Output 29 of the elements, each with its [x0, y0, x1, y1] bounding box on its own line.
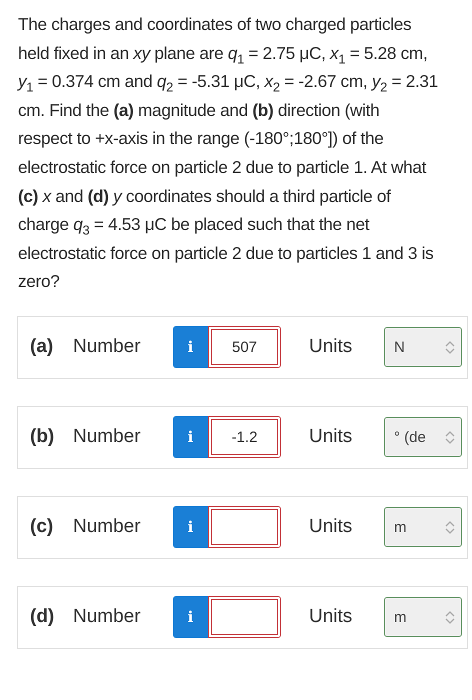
- info-button[interactable]: i: [173, 506, 208, 548]
- units-label: Units: [309, 606, 354, 628]
- part-label: (c): [30, 516, 54, 538]
- number-label: Number: [73, 426, 142, 448]
- number-input[interactable]: [208, 506, 281, 548]
- part-label: (b): [30, 426, 56, 448]
- part-label: (a): [30, 336, 54, 358]
- info-button[interactable]: i: [173, 326, 208, 368]
- chevron-icon: [445, 610, 455, 624]
- units-select[interactable]: ° (de: [384, 417, 462, 458]
- part-label: (d): [30, 606, 56, 628]
- number-label: Number: [73, 606, 142, 628]
- chevron-icon: [445, 430, 455, 444]
- units-label: Units: [309, 336, 354, 358]
- info-button[interactable]: i: [173, 596, 208, 638]
- units-label: Units: [309, 516, 354, 538]
- question-text: The charges and coordinates of two charged particles held fixed in an xy plane are q$_{1}$ = 2.75 μC, x$_{1}$ = 5.28 cm, y$_{1}$ = 0.374 cm and q$_{2}$ = -5.31 μC, x$_{2}$ = -2.67 cm, y$_{2}$ = 2.31 cm. Find the (a) magnitude and (b) direction (with respect to +x-axis in the range (-180°;180°]) of the electrostatic force on particle 2 due to particle 1. At what (c) x and (d) y coordinates should a third particle of charge q$_{3}$ = 4.53 μC be placed such that the net electrostatic force on particle 2 due to particles 1 and 3 is zero?: [18, 13, 438, 294]
- units-select[interactable]: m: [384, 597, 462, 638]
- number-input[interactable]: 507: [208, 326, 281, 368]
- units-select[interactable]: m: [384, 507, 462, 548]
- number-label: Number: [73, 516, 142, 538]
- number-input[interactable]: -1.2: [208, 416, 281, 458]
- units-select[interactable]: N: [384, 327, 462, 368]
- info-button[interactable]: i: [173, 416, 208, 458]
- chevron-icon: [445, 340, 455, 354]
- units-label: Units: [309, 426, 354, 448]
- number-input[interactable]: [208, 596, 281, 638]
- number-label: Number: [73, 336, 142, 358]
- chevron-icon: [445, 520, 455, 534]
